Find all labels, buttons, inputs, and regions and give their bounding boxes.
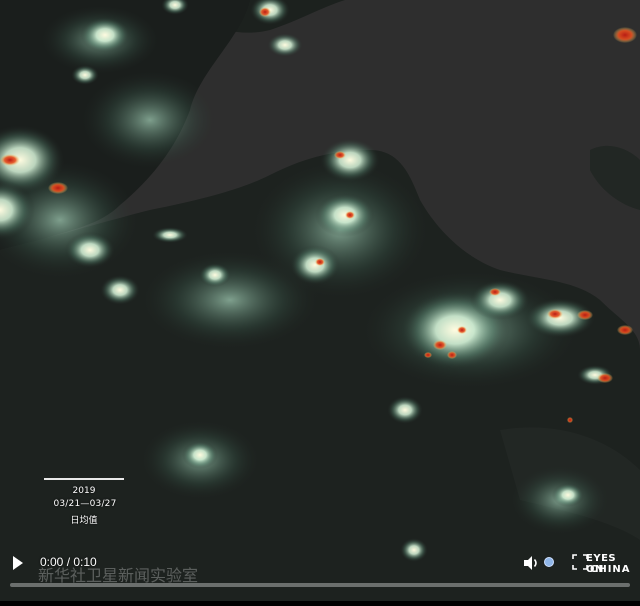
date-range-label: 03/21—03/27 [53,499,117,509]
time-display: 0:00 / 0:10 [40,555,97,569]
play-button[interactable] [10,553,26,573]
play-icon [13,556,23,570]
eyes-on-china-logo: EYES ON CHINA [586,553,636,593]
time-separator: / [63,555,74,569]
scale-year-label: 2019 [72,486,96,496]
logo-line-2: CHINA [590,564,631,575]
duration: 0:10 [73,555,97,569]
progress-bar[interactable] [10,583,630,587]
volume-button[interactable] [521,553,541,573]
settings-button[interactable] [544,557,554,567]
daily-average-label: 日均值 [70,516,98,526]
volume-icon [524,556,537,570]
bottom-strip [0,601,640,606]
scale-bar [44,478,124,480]
video-controls-bar: 0:00 / 0:10 EYES ON CHINA [0,545,640,606]
current-time: 0:00 [40,555,64,569]
video-player[interactable]: 2019 03/21—03/27 日均值 新华社卫星新闻实验室 0:00 / 0… [0,0,640,606]
